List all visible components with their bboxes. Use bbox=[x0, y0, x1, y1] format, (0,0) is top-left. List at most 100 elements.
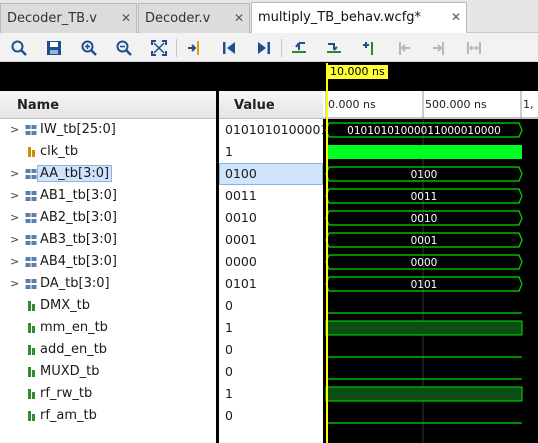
signal-row[interactable]: DMX_tb bbox=[0, 295, 216, 317]
tab-label: Decoder.v bbox=[145, 11, 211, 26]
close-icon[interactable]: ✕ bbox=[234, 11, 244, 25]
bit-signal-icon bbox=[25, 366, 37, 378]
next-transition-icon[interactable] bbox=[323, 37, 345, 59]
signal-row[interactable]: MUXD_tb bbox=[0, 361, 216, 383]
expand-chevron-icon[interactable]: > bbox=[10, 123, 19, 136]
signal-row[interactable]: mm_en_tb bbox=[0, 317, 216, 339]
waveform-trace: 0011 bbox=[325, 188, 523, 204]
tab-label: Decoder_TB.v bbox=[7, 11, 97, 26]
tab-decoder-tb[interactable]: Decoder_TB.v ✕ bbox=[0, 3, 137, 33]
signal-value[interactable]: 01010101000011 bbox=[219, 119, 323, 141]
go-to-end-icon[interactable] bbox=[253, 37, 275, 59]
time-ruler[interactable]: 0.000 ns 500.000 ns 1, bbox=[323, 91, 538, 119]
previous-transition-icon[interactable] bbox=[288, 37, 310, 59]
bus-value-label: 0010 bbox=[411, 213, 438, 225]
go-to-cursor-icon[interactable] bbox=[183, 37, 205, 59]
signal-name: MUXD_tb bbox=[40, 364, 100, 379]
signal-value[interactable]: 0001 bbox=[219, 229, 323, 251]
signal-row[interactable]: add_en_tb bbox=[0, 339, 216, 361]
signal-value[interactable]: 0 bbox=[219, 405, 323, 427]
tick-label: 500.000 ns bbox=[425, 98, 487, 111]
expand-chevron-icon[interactable]: > bbox=[10, 255, 19, 268]
signal-value[interactable]: 0100 bbox=[219, 163, 323, 185]
signal-value[interactable]: 0011 bbox=[219, 185, 323, 207]
zoom-out-icon[interactable] bbox=[113, 37, 135, 59]
tick-label: 0.000 ns bbox=[328, 98, 376, 111]
signal-value[interactable]: 0 bbox=[219, 339, 323, 361]
high-level-trace bbox=[325, 386, 523, 402]
signal-value[interactable]: 1 bbox=[219, 383, 323, 405]
signal-row[interactable]: clk_tb bbox=[0, 141, 216, 163]
swap-cursors-icon[interactable] bbox=[463, 37, 485, 59]
waveform-trace: 0100 bbox=[325, 166, 523, 182]
signal-row[interactable]: > DA_tb[3:0] bbox=[0, 273, 216, 295]
name-header-label: Name bbox=[17, 98, 60, 113]
add-marker-icon[interactable] bbox=[358, 37, 380, 59]
signal-value[interactable]: 0 bbox=[219, 361, 323, 383]
expand-chevron-icon[interactable]: > bbox=[10, 167, 19, 180]
bit-signal-icon bbox=[25, 388, 37, 400]
signal-row[interactable]: > AB3_tb[3:0] bbox=[0, 229, 216, 251]
signal-value[interactable]: 0 bbox=[219, 295, 323, 317]
tab-multiply-tb-behav[interactable]: multiply_TB_behav.wcfg* ✕ bbox=[251, 2, 467, 33]
bus-signal-icon bbox=[25, 212, 37, 224]
signal-row[interactable]: > AB2_tb[3:0] bbox=[0, 207, 216, 229]
signal-name: AB3_tb[3:0] bbox=[40, 232, 117, 247]
time-cursor[interactable] bbox=[326, 63, 328, 443]
waveform-trace: 0101 bbox=[325, 276, 523, 292]
name-column-header[interactable]: Name bbox=[0, 91, 216, 119]
go-to-start-icon[interactable] bbox=[218, 37, 240, 59]
value-column-header[interactable]: Value bbox=[219, 91, 323, 119]
signal-value[interactable]: 0010 bbox=[219, 207, 323, 229]
zoom-fit-icon[interactable] bbox=[148, 37, 170, 59]
signal-row[interactable]: rf_am_tb bbox=[0, 405, 216, 427]
bus-value-label: 0101 bbox=[411, 279, 438, 291]
waveform-trace: 0010 bbox=[325, 210, 523, 226]
signal-name: mm_en_tb bbox=[40, 320, 108, 335]
expand-chevron-icon[interactable]: > bbox=[10, 277, 19, 290]
bus-signal-icon bbox=[25, 256, 37, 268]
next-marker-icon[interactable] bbox=[428, 37, 450, 59]
waveform-viewer[interactable]: 0.000 ns 500.000 ns 1, 01010101000011000… bbox=[323, 63, 538, 443]
signal-name: AB1_tb[3:0] bbox=[40, 188, 117, 203]
tab-label: multiply_TB_behav.wcfg* bbox=[258, 10, 422, 25]
waveform-trace: 01010101000011000010000 bbox=[325, 122, 523, 138]
bit-signal-icon bbox=[25, 300, 37, 312]
signal-value[interactable]: 1 bbox=[219, 141, 323, 163]
expand-chevron-icon[interactable]: > bbox=[10, 189, 19, 202]
waveform-toolbar bbox=[0, 33, 538, 62]
signal-row[interactable]: > IW_tb[25:0] bbox=[0, 119, 216, 141]
waveform-traces: 01010101000011000010000 0100 0011 0010 0001 0… bbox=[325, 119, 523, 443]
signal-name: DMX_tb bbox=[40, 298, 90, 313]
search-icon[interactable] bbox=[8, 37, 30, 59]
close-icon[interactable]: ✕ bbox=[451, 10, 461, 24]
bus-value-label: 0100 bbox=[411, 169, 438, 181]
signal-row[interactable]: > AB4_tb[3:0] bbox=[0, 251, 216, 273]
tab-decoder[interactable]: Decoder.v ✕ bbox=[138, 3, 250, 33]
bit-signal-icon bbox=[25, 322, 37, 334]
bus-signal-icon bbox=[25, 278, 37, 290]
expand-chevron-icon[interactable]: > bbox=[10, 211, 19, 224]
bus-value-label: 0011 bbox=[411, 191, 438, 203]
signal-value[interactable]: 0000 bbox=[219, 251, 323, 273]
signal-name: add_en_tb bbox=[40, 342, 108, 357]
bus-signal-icon bbox=[25, 124, 37, 136]
bus-signal-icon bbox=[25, 234, 37, 246]
bit-signal-icon bbox=[25, 146, 37, 158]
waveform-trace: 0001 bbox=[325, 232, 523, 248]
save-icon[interactable] bbox=[43, 37, 65, 59]
signal-name: DA_tb[3:0] bbox=[40, 276, 110, 291]
high-level-trace bbox=[325, 320, 523, 336]
previous-marker-icon[interactable] bbox=[393, 37, 415, 59]
close-icon[interactable]: ✕ bbox=[121, 11, 131, 25]
signal-row[interactable]: rf_rw_tb bbox=[0, 383, 216, 405]
signal-name: rf_rw_tb bbox=[40, 386, 93, 401]
expand-chevron-icon[interactable]: > bbox=[10, 233, 19, 246]
zoom-in-icon[interactable] bbox=[78, 37, 100, 59]
signal-value[interactable]: 1 bbox=[219, 317, 323, 339]
signal-value[interactable]: 0101 bbox=[219, 273, 323, 295]
signal-row[interactable]: > AB1_tb[3:0] bbox=[0, 185, 216, 207]
bus-signal-icon bbox=[25, 168, 37, 180]
waveform-trace bbox=[325, 386, 523, 402]
signal-row[interactable]: > AA_tb[3:0] bbox=[0, 163, 216, 185]
